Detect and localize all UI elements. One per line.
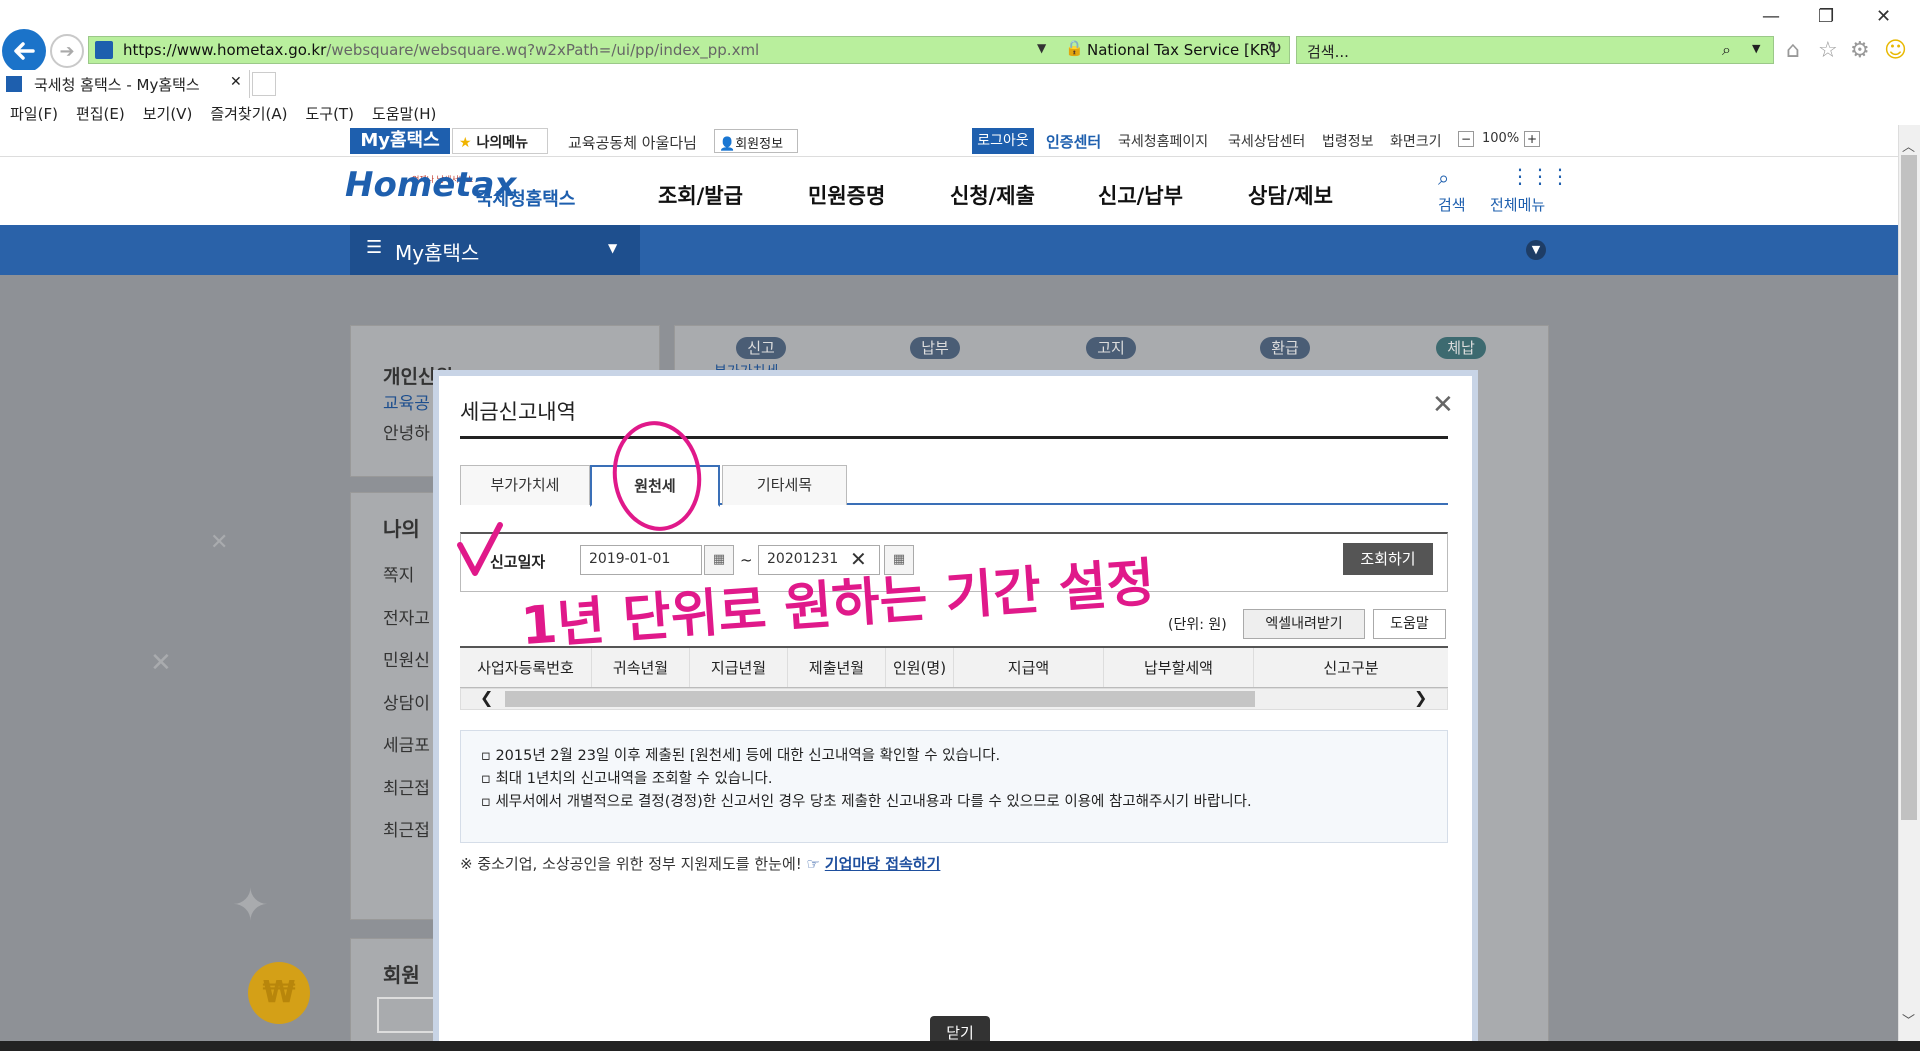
checkmark-annotation bbox=[457, 522, 503, 576]
handwriting-overlay bbox=[457, 421, 702, 576]
taskbar bbox=[0, 1041, 1920, 1051]
circle-annotation bbox=[612, 421, 702, 531]
